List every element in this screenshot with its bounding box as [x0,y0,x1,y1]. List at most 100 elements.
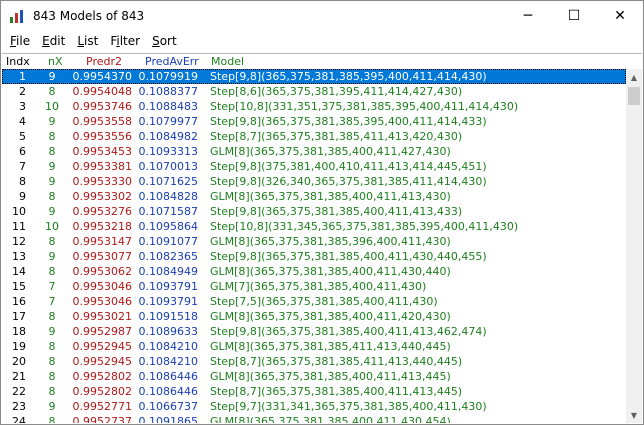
table-row[interactable]: 18 9 0.9952987 0.1089633 Step[9,8](365,375,3… [2,324,626,339]
table-row[interactable]: 24 8 0.9952737 0.1091865 GLM[8](365,375,381,… [2,414,626,423]
table-row[interactable]: 21 8 0.9952802 0.1086446 GLM[8](365,375,381,… [2,369,626,384]
row-predaverr: 0.1084210 [138,340,199,353]
table-row[interactable]: 8 9 0.9953330 0.1071625 Step[9,8](326,340,36… [2,174,626,189]
table-row[interactable]: 3 10 0.9953746 0.1088483 Step[10,8](331,351,… [2,99,626,114]
minimize-button[interactable]: ─ [505,1,551,31]
table-row[interactable]: 20 8 0.9952945 0.1084210 Step[8,7](365,375,3… [2,354,626,369]
row-predaverr: 0.1084982 [138,130,199,143]
scroll-down-arrow-icon[interactable]: ▼ [626,407,642,423]
menu-edit[interactable]: Edit [36,34,71,48]
row-predr2: 0.9953147 [72,235,133,248]
list-header: Indx nX Predr2 PredAvErr Model [2,54,642,69]
row-indx: 18 [12,325,26,338]
scrollbar-thumb[interactable] [628,87,640,105]
row-nx: 8 [48,370,56,383]
row-predaverr: 0.1093791 [138,295,199,308]
row-model: GLM[8](365,375,381,385,400,411,430,454) [210,415,451,423]
table-row[interactable]: 6 8 0.9953453 0.1093313 GLM[8](365,375,381,3… [2,144,626,159]
row-indx: 15 [12,280,26,293]
close-button[interactable]: ✕ [597,1,643,31]
row-nx: 9 [48,325,56,338]
maximize-button[interactable]: ☐ [551,1,597,31]
row-predr2: 0.9953381 [72,160,133,173]
table-row[interactable]: 5 8 0.9953556 0.1084982 Step[8,7](365,375,38… [2,129,626,144]
row-indx: 4 [19,115,26,128]
table-row[interactable]: 14 8 0.9953062 0.1084949 GLM[8](365,375,381,… [2,264,626,279]
table-row[interactable]: 19 8 0.9952945 0.1084210 GLM[8](365,375,381,… [2,339,626,354]
table-row[interactable]: 2 8 0.9954048 0.1088377 Step[8,6](365,375,38… [2,84,626,99]
row-nx: 10 [45,100,59,113]
row-predr2: 0.9953062 [72,265,133,278]
table-row[interactable]: 22 8 0.9952802 0.1086446 Step[8,7](365,375,3… [2,384,626,399]
column-header-indx[interactable]: Indx [6,55,30,68]
row-predaverr: 0.1089633 [138,325,199,338]
table-row[interactable]: 23 9 0.9952771 0.1066737 Step[9,7](331,341,3… [2,399,626,414]
main-window: 843 Models of 843 ─ ☐ ✕ File Edit List Filt… [0,0,644,425]
row-predr2: 0.9953556 [72,130,133,143]
row-model: Step[10,8](331,345,365,375,381,385,395,4… [210,220,519,233]
row-predr2: 0.9952945 [72,355,133,368]
menu-sort[interactable]: Sort [146,34,183,48]
row-predr2: 0.9953302 [72,190,133,203]
menu-file[interactable]: File [4,34,36,48]
table-row[interactable]: 12 8 0.9953147 0.1091077 GLM[8](365,375,381,… [2,234,626,249]
row-predr2: 0.9953453 [72,145,133,158]
row-predaverr: 0.1084949 [138,265,199,278]
row-predr2: 0.9953021 [72,310,133,323]
row-predr2: 0.9952987 [72,325,133,338]
table-row[interactable]: 4 9 0.9953558 0.1079977 Step[9,8](365,375,38… [2,114,626,129]
row-indx: 11 [12,220,26,233]
vertical-scrollbar[interactable]: ▲ ▼ [626,69,642,423]
table-row[interactable]: 17 8 0.9953021 0.1091518 GLM[8](365,375,381,… [2,309,626,324]
row-indx: 24 [12,415,26,423]
row-nx: 8 [48,145,56,158]
row-nx: 8 [48,85,56,98]
row-model: Step[9,8](365,375,381,385,395,400,411,41… [210,115,487,128]
row-indx: 12 [12,235,26,248]
row-indx: 19 [12,340,26,353]
row-predr2: 0.9953330 [72,175,133,188]
table-row[interactable]: 13 9 0.9953077 0.1082365 Step[9,8](365,375,3… [2,249,626,264]
column-header-predr2[interactable]: Predr2 [86,55,122,68]
table-row[interactable]: 9 8 0.9953302 0.1084828 GLM[8](365,375,381,3… [2,189,626,204]
row-nx: 8 [48,415,56,423]
row-predaverr: 0.1071587 [138,205,199,218]
table-row[interactable]: 15 7 0.9953046 0.1093791 GLM[7](365,375,381,… [2,279,626,294]
window-title: 843 Models of 843 [33,9,145,23]
row-model: Step[9,7](331,341,365,375,381,385,400,41… [210,400,487,413]
table-row[interactable]: 16 7 0.9953046 0.1093791 Step[7,5](365,375,3… [2,294,626,309]
row-predr2: 0.9953746 [72,100,133,113]
row-model: Step[8,6](365,375,381,395,411,414,427,43… [210,85,463,98]
row-predr2: 0.9952802 [72,370,133,383]
row-nx: 8 [48,385,56,398]
row-predaverr: 0.1084210 [138,355,199,368]
row-predaverr: 0.1091077 [138,235,199,248]
menu-list[interactable]: List [71,34,104,48]
table-row[interactable]: 11 10 0.9953218 0.1095864 Step[10,8](331,345… [2,219,626,234]
row-model: GLM[8](365,375,381,385,400,411,413,430) [210,190,451,203]
column-header-predaverr[interactable]: PredAvErr [145,55,199,68]
table-row[interactable]: 1 9 0.9954370 0.1079919 Step[9,8](365,375,38… [2,69,626,84]
column-header-nx[interactable]: nX [48,55,63,68]
column-header-model[interactable]: Model [211,55,244,68]
row-predaverr: 0.1082365 [138,250,199,263]
row-model: GLM[8](365,375,381,385,400,411,427,430) [210,145,451,158]
row-model: Step[9,8](365,375,381,385,400,411,413,46… [210,325,487,338]
row-predaverr: 0.1088377 [138,85,199,98]
row-predaverr: 0.1071625 [138,175,199,188]
row-model: Step[9,8](365,375,381,385,400,411,413,43… [210,205,463,218]
app-chart-icon [9,8,25,24]
row-indx: 6 [19,145,26,158]
table-row[interactable]: 10 9 0.9953276 0.1071587 Step[9,8](365,375,3… [2,204,626,219]
menu-bar: File Edit List Filter Sort [1,31,643,51]
table-row[interactable]: 7 9 0.9953381 0.1070013 Step[9,8](375,381,40… [2,159,626,174]
row-indx: 21 [12,370,26,383]
models-list[interactable]: Indx nX Predr2 PredAvErr Model 1 9 0.99543… [2,53,642,423]
scroll-up-arrow-icon[interactable]: ▲ [626,69,642,85]
row-model: GLM[8](365,375,381,385,400,411,413,445) [210,370,451,383]
row-nx: 8 [48,130,56,143]
row-model: GLM[7](365,375,381,385,400,411,430) [210,280,427,293]
row-model: Step[8,7](365,375,381,385,411,413,420,43… [210,130,463,143]
menu-filter[interactable]: Filter [104,34,146,48]
row-predaverr: 0.1093313 [138,145,199,158]
